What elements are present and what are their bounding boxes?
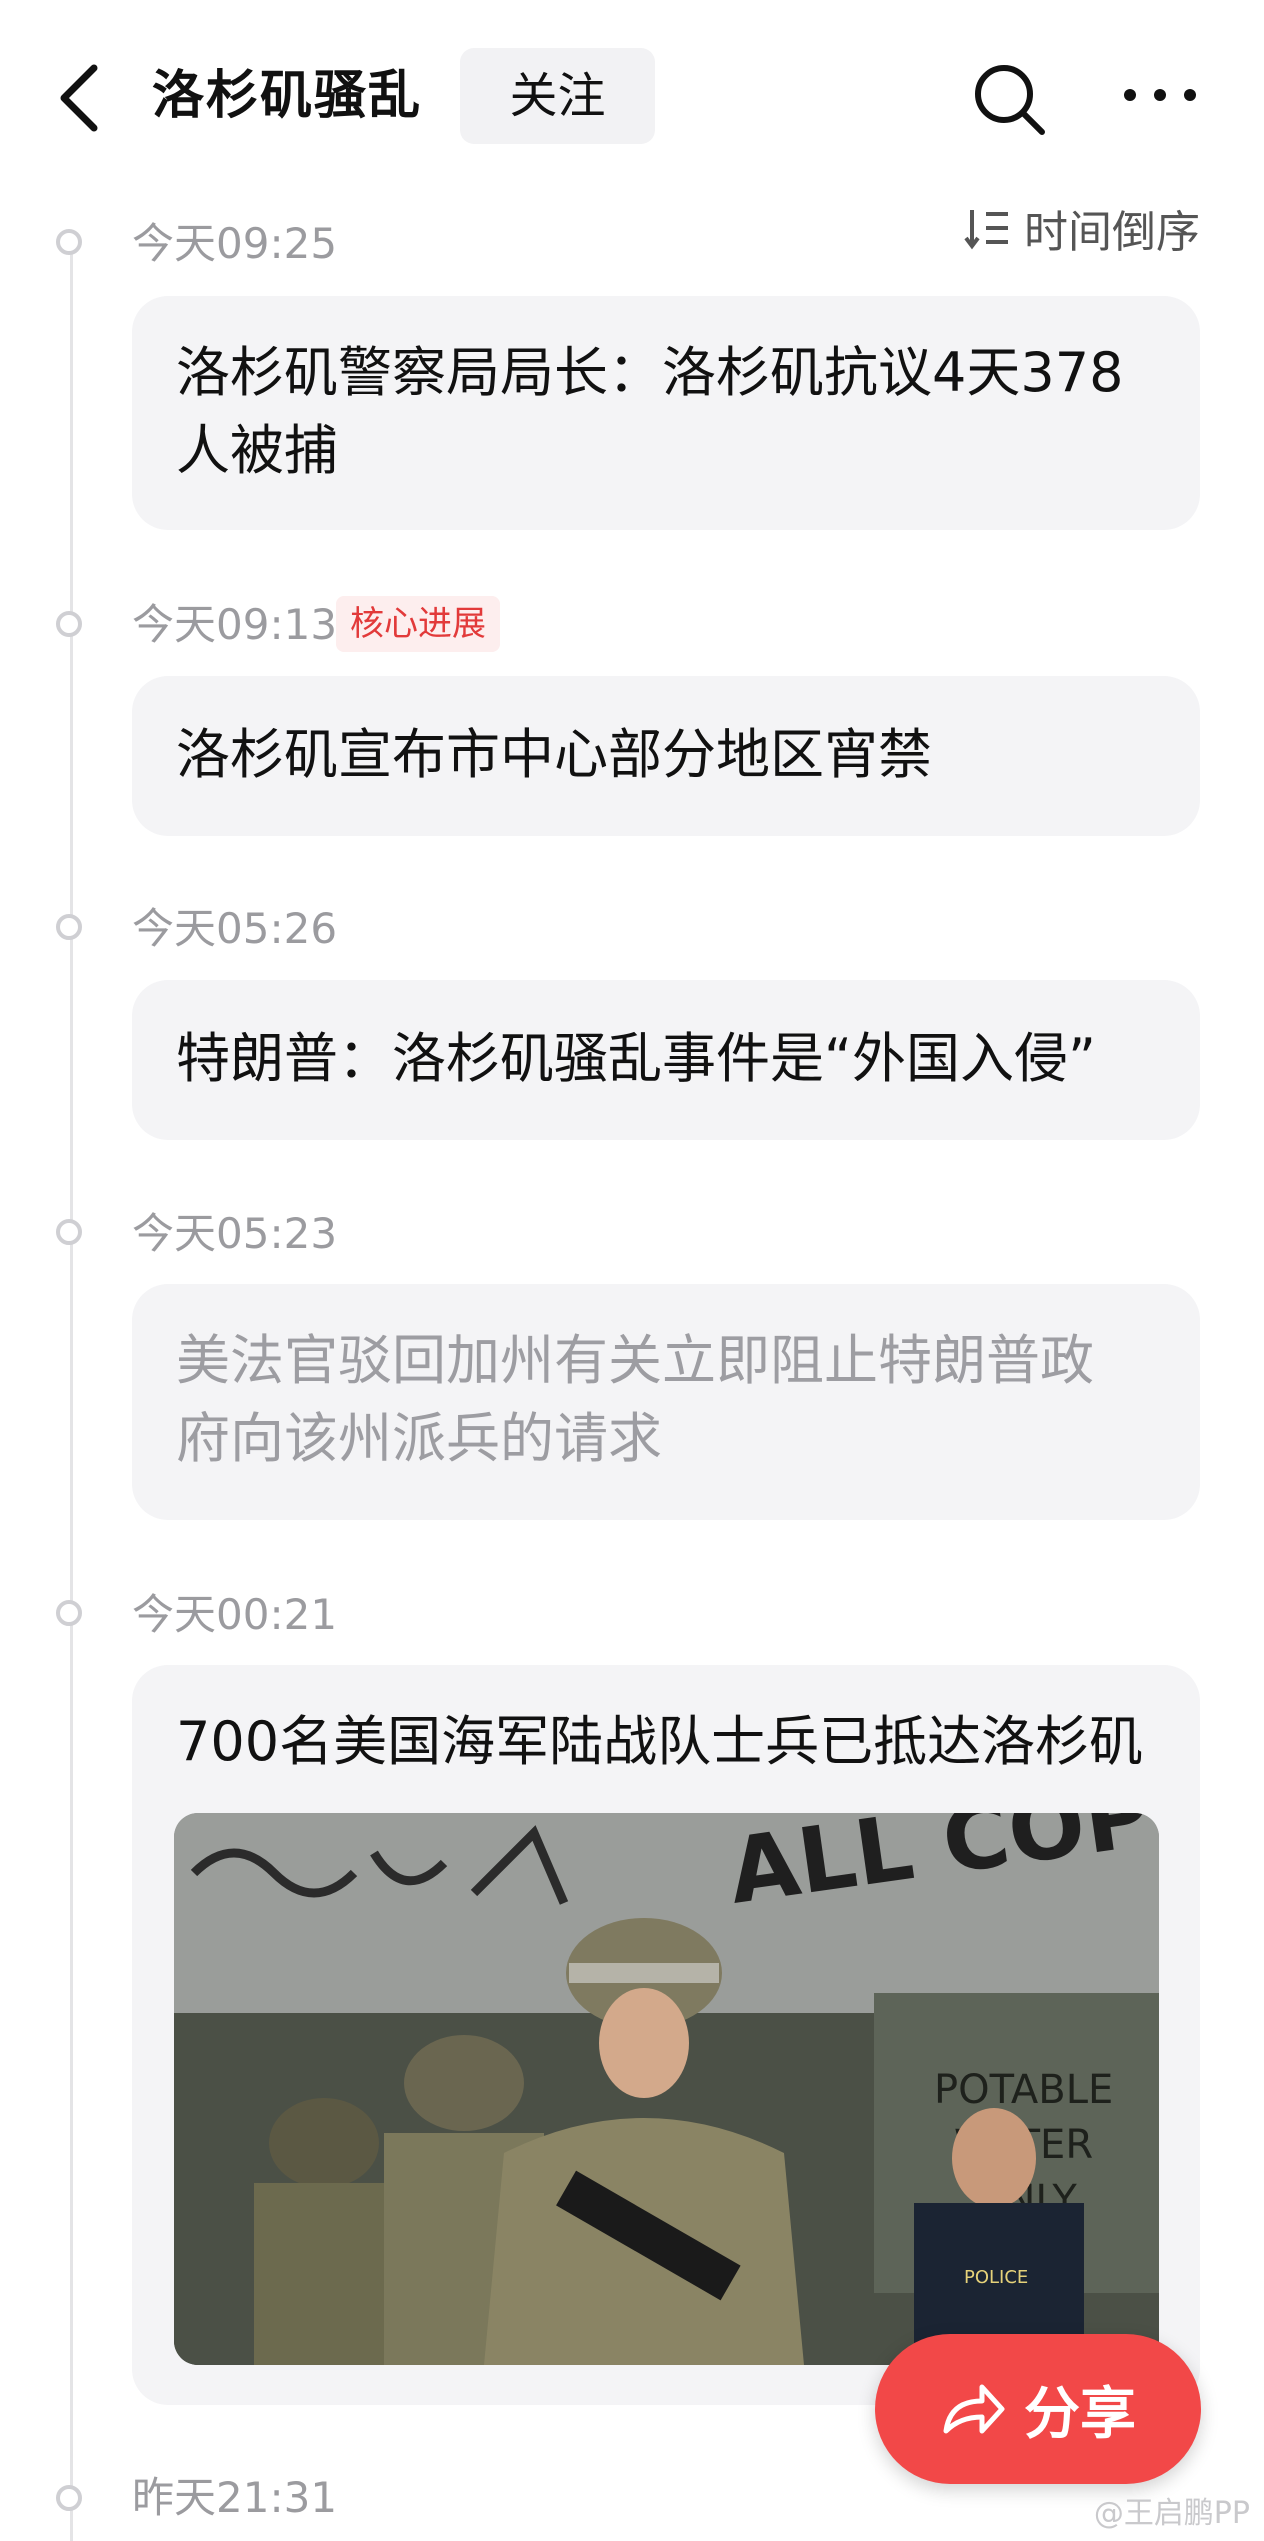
top-bar: 洛杉矶骚乱 关注 [0,0,1264,190]
news-headline-line: 700名美国海军陆战队士兵已抵达洛杉矶 [176,1710,1144,1773]
news-headline-line: 府向该州派兵的请求 [176,1407,662,1470]
news-headline-line: 美法官驳回加州有关立即阻止特朗普政 [176,1329,1094,1392]
timeline-time: 今天09:13 [132,600,338,649]
back-button[interactable] [52,62,112,134]
search-icon [975,65,1045,135]
news-card[interactable]: 700名美国海军陆战队士兵已抵达洛杉矶 ALL COPS POTABLE WAT… [132,1665,1200,2405]
timeline-time: 今天05:26 [132,904,338,953]
news-card[interactable]: 美法官驳回加州有关立即阻止特朗普政 府向该州派兵的请求 [132,1284,1200,1520]
sort-icon [964,210,1008,250]
news-headline-line: 洛杉矶宣布市中心部分地区宵禁 [176,723,932,786]
timeline-time: 昨天21:31 [132,2473,338,2522]
news-headline-line: 人被捕 [176,419,338,482]
page-title: 洛杉矶骚乱 [152,66,423,126]
timeline-line [70,246,73,2541]
news-headline-line: 特朗普：洛杉矶骚乱事件是“外国入侵” [176,1027,1096,1090]
timeline-dot [56,1219,82,1245]
news-card[interactable]: 特朗普：洛杉矶骚乱事件是“外国入侵” [132,980,1200,1140]
search-button[interactable] [970,60,1050,140]
timeline-dot [56,1600,82,1626]
more-icon [1124,89,1196,101]
timeline-dot [56,2485,82,2511]
timeline-dot [56,229,82,255]
timeline-dot [56,611,82,637]
timeline-time: 今天09:25 [132,219,338,268]
news-headline-line: 洛杉矶警察局局长：洛杉矶抗议4天378 [176,341,1124,404]
share-icon [943,2384,1005,2434]
soldiers-photo-illustration: ALL COPS POTABLE WATER ONLY POLICE [174,1813,1159,2365]
share-label: 分享 [1024,2381,1136,2447]
watermark: @王启鹏PP [1093,2496,1250,2531]
timeline-dot [56,914,82,940]
sort-label: 时间倒序 [1024,207,1200,258]
sort-toggle[interactable]: 时间倒序 [964,196,1200,260]
truck-text: POTABLE [934,2067,1113,2113]
timeline-time: 今天00:21 [132,1590,338,1639]
timeline-time: 今天05:23 [132,1209,338,1258]
news-card[interactable]: 洛杉矶宣布市中心部分地区宵禁 [132,676,1200,836]
share-button[interactable]: 分享 [875,2334,1201,2484]
news-card[interactable]: 洛杉矶警察局局长：洛杉矶抗议4天378 人被捕 [132,296,1200,530]
follow-button[interactable]: 关注 [460,48,655,144]
core-progress-badge: 核心进展 [336,596,500,652]
badge-text: POLICE [964,2267,1028,2288]
more-button[interactable] [1115,70,1205,120]
back-arrow-icon [60,64,98,132]
news-photo[interactable]: ALL COPS POTABLE WATER ONLY POLICE [174,1813,1159,2365]
